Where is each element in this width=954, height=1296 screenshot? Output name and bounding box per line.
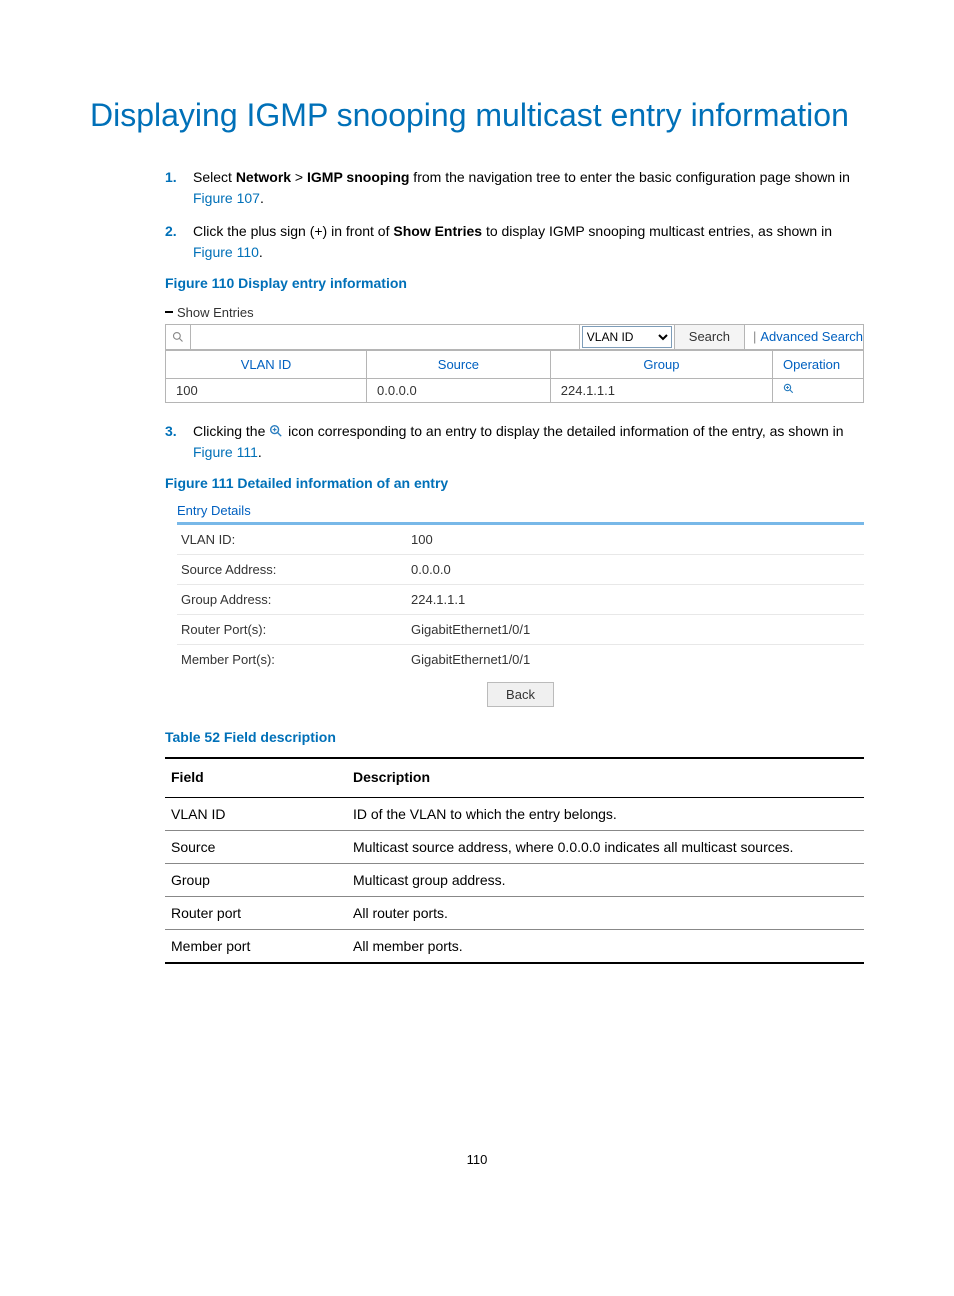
back-button[interactable]: Back bbox=[487, 682, 554, 707]
text: to display IGMP snooping multicast entri… bbox=[482, 223, 832, 239]
detail-value: GigabitEthernet1/0/1 bbox=[411, 652, 860, 667]
col-operation: Operation bbox=[773, 350, 864, 378]
search-input[interactable] bbox=[191, 325, 580, 349]
detail-row: Router Port(s): GigabitEthernet1/0/1 bbox=[177, 615, 864, 645]
detail-label: VLAN ID: bbox=[181, 532, 411, 547]
text: . bbox=[258, 444, 262, 460]
figure-caption: Figure 110 Display entry information bbox=[165, 275, 864, 291]
figure-ref-link[interactable]: Figure 107 bbox=[193, 190, 260, 206]
detail-label: Group Address: bbox=[181, 592, 411, 607]
step-1: 1. Select Network > IGMP snooping from t… bbox=[165, 167, 864, 209]
search-button[interactable]: Search bbox=[674, 325, 745, 349]
step-number: 3. bbox=[165, 421, 193, 442]
figure-caption: Figure 111 Detailed information of an en… bbox=[165, 475, 864, 491]
show-entries-header[interactable]: Show Entries bbox=[165, 303, 864, 324]
text: > bbox=[291, 169, 307, 185]
advanced-search-label: Advanced Search bbox=[760, 329, 863, 344]
detail-row: VLAN ID: 100 bbox=[177, 525, 864, 555]
cell-field: Member port bbox=[165, 929, 347, 963]
cell-field: Group bbox=[165, 863, 347, 896]
cell-group: 224.1.1.1 bbox=[550, 378, 772, 402]
col-vlan-id[interactable]: VLAN ID bbox=[166, 350, 367, 378]
table-caption: Table 52 Field description bbox=[165, 729, 864, 745]
detail-value: 0.0.0.0 bbox=[411, 562, 860, 577]
table-row: Router port All router ports. bbox=[165, 896, 864, 929]
text-bold: IGMP snooping bbox=[307, 169, 409, 185]
cell-field: VLAN ID bbox=[165, 797, 347, 830]
collapse-icon[interactable] bbox=[165, 311, 173, 313]
table-row: 100 0.0.0.0 224.1.1.1 bbox=[166, 378, 864, 402]
header-description: Description bbox=[347, 758, 864, 798]
header-field: Field bbox=[165, 758, 347, 798]
detail-label: Member Port(s): bbox=[181, 652, 411, 667]
entry-details-panel: Entry Details VLAN ID: 100 Source Addres… bbox=[165, 503, 864, 711]
detail-row: Group Address: 224.1.1.1 bbox=[177, 585, 864, 615]
col-group[interactable]: Group bbox=[550, 350, 772, 378]
figure-ref-link[interactable]: Figure 111 bbox=[193, 444, 258, 460]
text: Select bbox=[193, 169, 236, 185]
cell-desc: Multicast source address, where 0.0.0.0 … bbox=[347, 830, 864, 863]
table-row: Source Multicast source address, where 0… bbox=[165, 830, 864, 863]
entry-details-title: Entry Details bbox=[177, 503, 864, 522]
advanced-search-link[interactable]: |Advanced Search bbox=[745, 325, 863, 349]
cell-desc: ID of the VLAN to which the entry belong… bbox=[347, 797, 864, 830]
steps-list: 1. Select Network > IGMP snooping from t… bbox=[165, 167, 864, 263]
text: from the navigation tree to enter the ba… bbox=[409, 169, 850, 185]
detail-row: Member Port(s): GigabitEthernet1/0/1 bbox=[177, 645, 864, 674]
col-source[interactable]: Source bbox=[367, 350, 551, 378]
magnify-plus-icon bbox=[269, 423, 288, 439]
text: . bbox=[260, 190, 264, 206]
step-body: Select Network > IGMP snooping from the … bbox=[193, 167, 864, 209]
step-body: Clicking the icon corresponding to an en… bbox=[193, 421, 864, 463]
detail-label: Source Address: bbox=[181, 562, 411, 577]
search-field-select[interactable]: VLAN ID bbox=[582, 326, 672, 348]
cell-operation bbox=[773, 378, 864, 402]
detail-row: Source Address: 0.0.0.0 bbox=[177, 555, 864, 585]
detail-label: Router Port(s): bbox=[181, 622, 411, 637]
table-row: Member port All member ports. bbox=[165, 929, 864, 963]
entries-table: VLAN ID Source Group Operation 100 0.0.0… bbox=[165, 350, 864, 403]
magnifier-icon bbox=[172, 331, 184, 343]
text-bold: Show Entries bbox=[393, 223, 482, 239]
cell-desc: All router ports. bbox=[347, 896, 864, 929]
view-details-icon[interactable] bbox=[783, 383, 795, 398]
detail-value: 100 bbox=[411, 532, 860, 547]
table-row: Group Multicast group address. bbox=[165, 863, 864, 896]
text-bold: Network bbox=[236, 169, 291, 185]
step-2: 2. Click the plus sign (+) in front of S… bbox=[165, 221, 864, 263]
step-number: 2. bbox=[165, 221, 193, 242]
cell-source: 0.0.0.0 bbox=[367, 378, 551, 402]
figure-ref-link[interactable]: Figure 110 bbox=[193, 244, 259, 260]
text: icon corresponding to an entry to displa… bbox=[288, 423, 843, 439]
step-number: 1. bbox=[165, 167, 193, 188]
detail-value: 224.1.1.1 bbox=[411, 592, 860, 607]
detail-value: GigabitEthernet1/0/1 bbox=[411, 622, 860, 637]
text: Click the plus sign (+) in front of bbox=[193, 223, 393, 239]
page-title: Displaying IGMP snooping multicast entry… bbox=[90, 95, 864, 137]
step-body: Click the plus sign (+) in front of Show… bbox=[193, 221, 864, 263]
search-bar: VLAN ID Search |Advanced Search bbox=[165, 324, 864, 350]
table-row: VLAN ID ID of the VLAN to which the entr… bbox=[165, 797, 864, 830]
cell-desc: All member ports. bbox=[347, 929, 864, 963]
cell-desc: Multicast group address. bbox=[347, 863, 864, 896]
show-entries-label: Show Entries bbox=[177, 305, 254, 320]
field-description-table: Field Description VLAN ID ID of the VLAN… bbox=[165, 757, 864, 964]
cell-vlan-id: 100 bbox=[166, 378, 367, 402]
cell-field: Router port bbox=[165, 896, 347, 929]
text: . bbox=[259, 244, 263, 260]
show-entries-panel: Show Entries VLAN ID Search |Advanced Se… bbox=[165, 303, 864, 403]
search-icon bbox=[166, 325, 191, 349]
text: Clicking the bbox=[193, 423, 269, 439]
page-number: 110 bbox=[90, 982, 864, 1167]
cell-field: Source bbox=[165, 830, 347, 863]
step-3: 3. Clicking the icon corresponding to an… bbox=[165, 421, 864, 463]
separator: | bbox=[753, 329, 760, 344]
